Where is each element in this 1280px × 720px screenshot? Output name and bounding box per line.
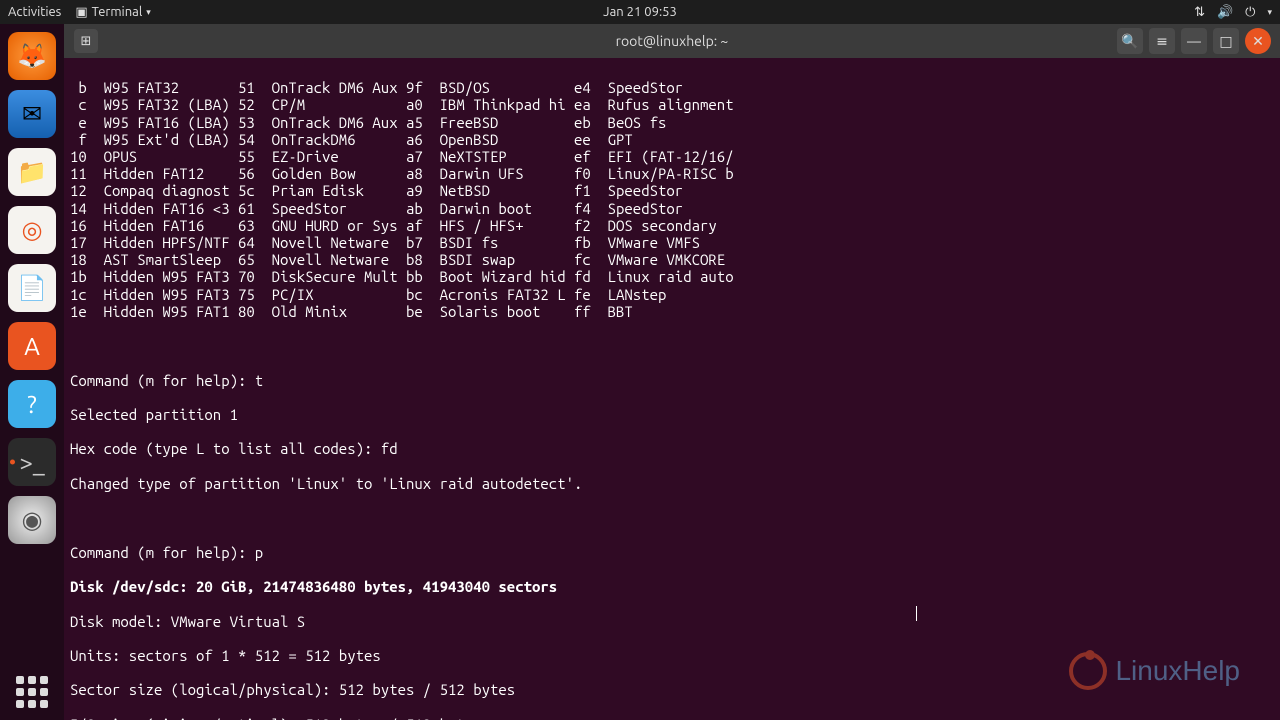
show-apps-button[interactable]	[16, 676, 48, 708]
watermark: LinuxHelp	[1069, 652, 1240, 690]
dock-writer[interactable]: 📄	[8, 264, 56, 312]
chevron-down-icon: ▾	[146, 7, 151, 18]
disk-header: Disk /dev/sdc: 20 GiB, 21474836480 bytes…	[70, 578, 1274, 595]
dock-terminal[interactable]: >_	[8, 438, 56, 486]
clock[interactable]: Jan 21 09:53	[603, 5, 677, 19]
maximize-button[interactable]: □	[1213, 28, 1239, 54]
volume-icon[interactable]: 🔊	[1217, 5, 1233, 20]
dock-thunderbird[interactable]: ✉	[8, 90, 56, 138]
output-line: Changed type of partition 'Linux' to 'Li…	[70, 475, 1274, 492]
terminal-content[interactable]: b W95 FAT32 51 OnTrack DM6 Aux 9f BSD/OS…	[64, 58, 1280, 720]
app-menu[interactable]: ▣ Terminal ▾	[75, 5, 150, 20]
output-line: Disk model: VMware Virtual S	[70, 613, 1274, 630]
gnome-topbar: Activities ▣ Terminal ▾ Jan 21 09:53 ⇅ 🔊…	[0, 0, 1280, 24]
cmd-prompt: Hex code (type L to list all codes): fd	[70, 440, 1274, 457]
minimize-button[interactable]: —	[1181, 28, 1207, 54]
activities-button[interactable]: Activities	[8, 5, 61, 19]
dock-firefox[interactable]: 🦊	[8, 32, 56, 80]
blank-line	[70, 337, 1274, 354]
titlebar: ⊞ root@linuxhelp: ~ 🔍 ≡ — □ ✕	[64, 24, 1280, 58]
dock-files[interactable]: 📁	[8, 148, 56, 196]
window-title: root@linuxhelp: ~	[616, 33, 729, 49]
hamburger-menu-icon[interactable]: ≡	[1149, 28, 1175, 54]
dock-rhythmbox[interactable]: ◎	[8, 206, 56, 254]
dock-software[interactable]: A	[8, 322, 56, 370]
terminal-window: ⊞ root@linuxhelp: ~ 🔍 ≡ — □ ✕ b W95 FAT3…	[64, 24, 1280, 720]
watermark-text: LinuxHelp	[1115, 662, 1240, 679]
output-line: I/O size (minimum/optimal): 512 bytes / …	[70, 716, 1274, 720]
close-button[interactable]: ✕	[1245, 28, 1271, 54]
power-icon[interactable]: ⏻	[1245, 5, 1255, 20]
dock: 🦊 ✉ 📁 ◎ 📄 A ? >_ ◉	[0, 24, 64, 720]
network-icon[interactable]: ⇅	[1194, 5, 1205, 20]
blank-line	[70, 509, 1274, 526]
chevron-down-icon[interactable]: ▾	[1267, 7, 1272, 18]
cmd-prompt: Command (m for help): t	[70, 372, 1274, 389]
search-icon[interactable]: 🔍	[1117, 28, 1143, 54]
new-tab-button[interactable]: ⊞	[74, 29, 98, 53]
dock-disc[interactable]: ◉	[8, 496, 56, 544]
text-cursor	[916, 606, 917, 621]
terminal-icon: ▣	[75, 5, 87, 20]
output-line: Selected partition 1	[70, 406, 1274, 423]
app-menu-label: Terminal	[92, 5, 143, 19]
linuxhelp-logo-icon	[1069, 652, 1107, 690]
dock-help[interactable]: ?	[8, 380, 56, 428]
cmd-prompt: Command (m for help): p	[70, 544, 1274, 561]
